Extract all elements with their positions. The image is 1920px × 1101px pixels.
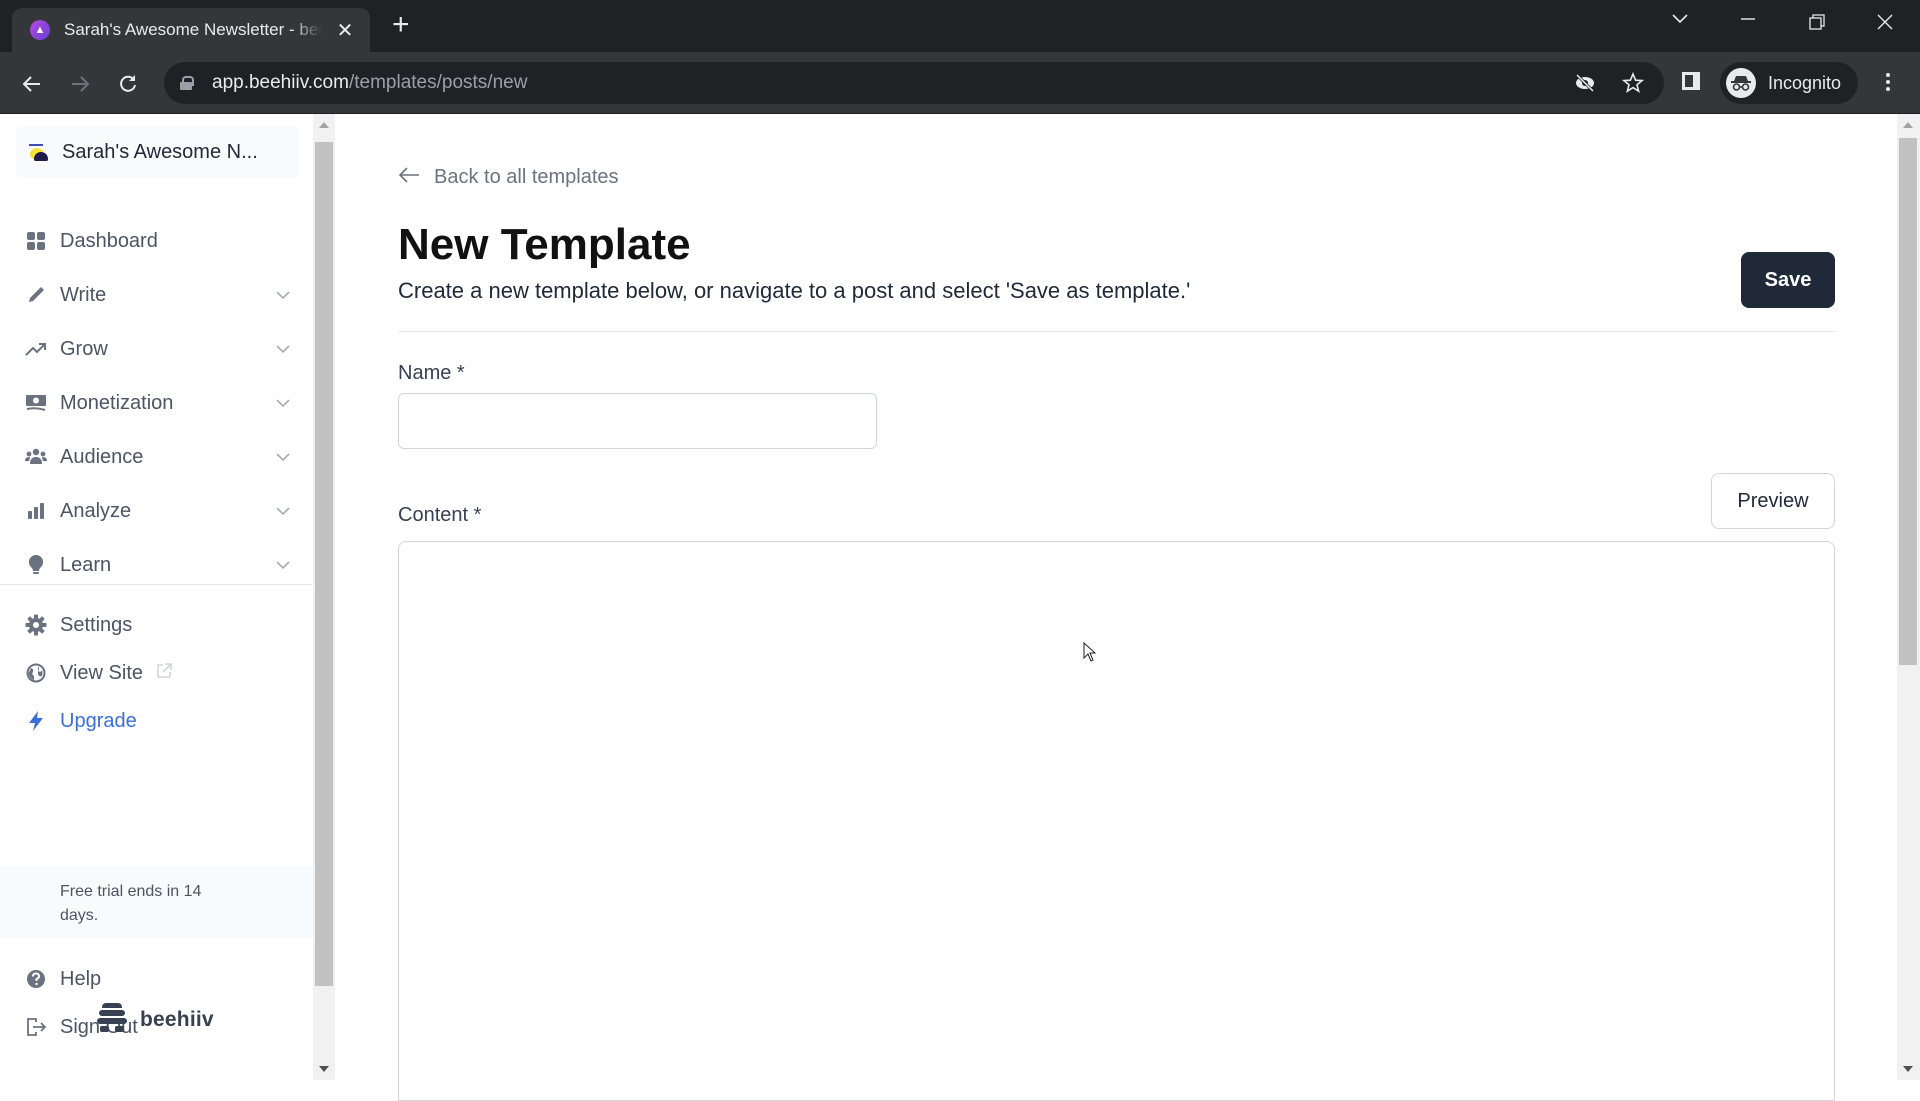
sidebar-item-view-site[interactable]: View Site [24, 653, 290, 693]
header-divider [398, 331, 1835, 332]
page-scrollbar[interactable] [1897, 114, 1920, 1080]
page: Sarah's Awesome N... Dashboard Write Gro… [0, 114, 1920, 1101]
sidebar-item-write[interactable]: Write [24, 275, 290, 315]
sidebar-scrollbar-thumb[interactable] [315, 142, 333, 986]
beehiiv-logo-icon [96, 1002, 128, 1037]
chevron-down-icon[interactable] [276, 287, 290, 305]
back-link-label: Back to all templates [434, 166, 619, 188]
sidebar-item-monetization[interactable]: Monetization [24, 383, 290, 423]
sidebar-item-help[interactable]: Help [24, 959, 290, 999]
scroll-up-arrow-icon[interactable] [1903, 122, 1913, 128]
name-label: Name * [398, 362, 465, 384]
beehiiv-favicon-icon: ▲ [30, 20, 50, 40]
trial-notice-text: Free trial ends in 14 days. [60, 883, 202, 924]
page-subtitle: Create a new template below, or navigate… [398, 278, 1191, 303]
arrow-left-icon [398, 166, 420, 189]
trend-up-icon [24, 337, 48, 361]
sidebar-item-dashboard[interactable]: Dashboard [24, 221, 290, 261]
back-icon[interactable] [16, 68, 48, 100]
kebab-menu-icon[interactable] [1880, 70, 1896, 94]
content-editor[interactable] [398, 541, 1835, 1101]
reload-icon[interactable] [112, 68, 144, 100]
browser-tab-bar: ▲ Sarah's Awesome Newsletter - beehiiv ✕… [0, 0, 1920, 52]
chevron-down-icon[interactable] [276, 341, 290, 359]
sign-out-icon [24, 1015, 48, 1039]
bar-chart-icon [24, 499, 48, 523]
brand-name: beehiiv [140, 1007, 214, 1031]
sidebar-item-label: Learn [60, 553, 112, 576]
eye-off-icon[interactable] [1574, 72, 1596, 94]
gear-icon [24, 613, 48, 637]
users-icon [24, 445, 48, 469]
star-icon[interactable] [1621, 71, 1645, 94]
sidebar: Sarah's Awesome N... Dashboard Write Gro… [0, 114, 313, 1080]
profile-button[interactable]: Incognito [1720, 62, 1858, 104]
back-to-templates-link[interactable]: Back to all templates [398, 166, 619, 189]
forward-icon[interactable] [64, 68, 96, 100]
scroll-up-arrow-icon[interactable] [319, 122, 329, 128]
address-bar[interactable]: app.beehiiv.com/templates/posts/new [164, 62, 1664, 104]
browser-tab[interactable]: ▲ Sarah's Awesome Newsletter - beehiiv ✕ [12, 8, 370, 52]
chevron-down-icon[interactable] [276, 557, 290, 575]
chevron-down-icon[interactable] [276, 503, 290, 521]
help-circle-icon [24, 967, 48, 991]
browser-toolbar: app.beehiiv.com/templates/posts/new Inco… [0, 52, 1920, 114]
sidebar-item-label: Write [60, 283, 107, 306]
page-title: New Template [398, 220, 691, 269]
sidebar-item-label: Settings [60, 613, 133, 636]
beehiiv-brand: beehiiv [96, 1002, 214, 1037]
tab-title: Sarah's Awesome Newsletter - beehiiv [64, 20, 322, 39]
grid-icon [24, 229, 48, 253]
publication-switcher[interactable]: Sarah's Awesome N... [16, 126, 299, 178]
scroll-down-arrow-icon[interactable] [319, 1066, 329, 1072]
sidebar-item-label: View Site [60, 661, 144, 684]
url-path: /templates/posts/new [348, 72, 528, 93]
lightbulb-icon [24, 553, 48, 577]
publication-name: Sarah's Awesome N... [62, 140, 258, 163]
sidebar-item-label: Analyze [60, 499, 132, 522]
sidebar-item-settings[interactable]: Settings [24, 605, 290, 645]
lock-icon[interactable] [180, 76, 194, 90]
tab-search-icon[interactable] [1660, 8, 1700, 30]
chevron-down-icon[interactable] [276, 449, 290, 467]
mouse-pointer-icon [1083, 641, 1097, 667]
trial-notice: Free trial ends in 14 days. [0, 866, 313, 938]
lightning-icon [24, 709, 48, 733]
name-input[interactable] [398, 393, 877, 449]
sidebar-item-label: Dashboard [60, 229, 158, 252]
main-content: Back to all templates New Template Creat… [335, 114, 1897, 1101]
preview-button[interactable]: Preview [1711, 473, 1835, 529]
publication-logo-icon [28, 142, 48, 162]
sidebar-item-analyze[interactable]: Analyze [24, 491, 290, 531]
external-link-icon [155, 662, 173, 685]
pencil-icon [24, 283, 48, 307]
globe-icon [24, 661, 48, 685]
cash-icon [24, 391, 48, 415]
sidebar-item-label: Monetization [60, 391, 174, 414]
save-button[interactable]: Save [1741, 252, 1835, 308]
sidebar-item-grow[interactable]: Grow [24, 329, 290, 369]
page-scrollbar-thumb[interactable] [1899, 138, 1917, 665]
sidebar-item-audience[interactable]: Audience [24, 437, 290, 477]
sidebar-item-learn[interactable]: Learn [24, 545, 290, 585]
content-label: Content * [398, 504, 482, 526]
sidebar-item-label: Audience [60, 445, 144, 468]
sidebar-item-label: Help [60, 967, 102, 990]
new-tab-button[interactable]: + [392, 10, 410, 40]
sidebar-divider [0, 584, 313, 585]
minimize-icon[interactable] [1728, 8, 1768, 30]
close-window-icon[interactable] [1865, 8, 1905, 36]
url-host: app.beehiiv.com [212, 72, 349, 93]
side-panel-icon[interactable] [1680, 70, 1702, 97]
sidebar-item-label: Grow [60, 337, 108, 360]
chevron-down-icon[interactable] [276, 395, 290, 413]
incognito-icon [1726, 68, 1756, 98]
close-tab-icon[interactable]: ✕ [334, 18, 356, 43]
scroll-down-arrow-icon[interactable] [1903, 1066, 1913, 1072]
sidebar-item-upgrade[interactable]: Upgrade [24, 701, 290, 741]
sidebar-scrollbar[interactable] [313, 114, 335, 1080]
sidebar-item-label: Upgrade [60, 709, 137, 732]
restore-icon[interactable] [1797, 8, 1837, 36]
profile-label: Incognito [1768, 72, 1842, 93]
